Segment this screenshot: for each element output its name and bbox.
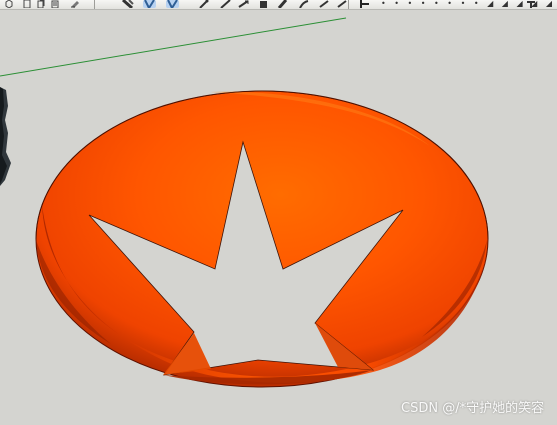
rotate-button[interactable] — [238, 0, 250, 8]
follow-icon — [298, 0, 310, 8]
csdn-watermark: CSDN @/*守护她的笑容 — [401, 401, 545, 416]
page-button[interactable] — [23, 0, 31, 8]
move-icon — [220, 0, 232, 8]
select-icon — [120, 0, 135, 8]
toolbar-separator — [94, 0, 95, 9]
scale-icon — [257, 0, 269, 8]
green-axis-line — [0, 17, 347, 77]
copy-button[interactable] — [37, 0, 45, 8]
offset-icon — [318, 0, 330, 8]
orbit-button[interactable] — [143, 0, 156, 8]
push-icon — [277, 0, 289, 8]
dimension-icon — [358, 0, 370, 8]
dimension-button[interactable] — [358, 0, 370, 8]
tape-button[interactable] — [336, 0, 348, 8]
cube-icon — [5, 0, 13, 8]
follow-button[interactable] — [298, 0, 310, 8]
orbit-icon — [143, 0, 156, 8]
paste-button[interactable] — [51, 0, 59, 8]
text-icon — [525, 0, 537, 8]
offset-button[interactable] — [318, 0, 330, 8]
eraser-button[interactable] — [70, 0, 80, 8]
toolbar-tool-strip: • • • • • • • • ◢ ◢ ◢ ◢ ◢ — [381, 0, 552, 8]
push-button[interactable] — [277, 0, 289, 8]
3d-scene — [0, 17, 489, 388]
move-button[interactable] — [220, 0, 232, 8]
copy-icon — [37, 0, 45, 8]
rotate-icon — [238, 0, 250, 8]
shape-button[interactable] — [198, 0, 210, 8]
text-button[interactable] — [525, 0, 537, 8]
select-button[interactable] — [120, 0, 135, 8]
top-toolbar: • • • • • • • • ◢ ◢ ◢ ◢ ◢ — [0, 0, 557, 10]
modeling-viewport[interactable] — [0, 10, 557, 425]
pan-icon — [166, 0, 179, 8]
scale-button[interactable] — [257, 0, 269, 8]
cube-button[interactable] — [4, 0, 13, 8]
pan-button[interactable] — [166, 0, 179, 8]
shape-icon — [198, 0, 210, 8]
pencil-icon — [51, 0, 59, 8]
page-icon — [23, 0, 31, 8]
toolbar-separator-2 — [348, 0, 349, 9]
tape-icon — [336, 0, 348, 8]
eraser-icon — [70, 0, 80, 8]
sketchup-window: • • • • • • • • ◢ ◢ ◢ ◢ ◢ CSDN @/*守护她的笑容 — [0, 0, 557, 425]
